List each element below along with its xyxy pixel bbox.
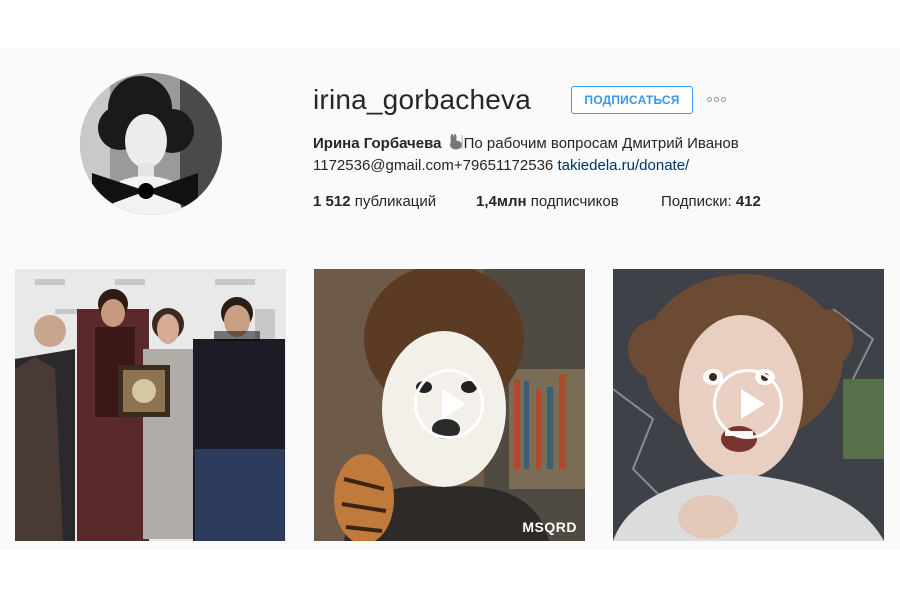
bio-text: По рабочим вопросам Дмитрий Иванов (463, 135, 739, 152)
avatar-image (80, 73, 222, 215)
followers-count-value: 1,4млн (476, 193, 527, 210)
followers-count[interactable]: 1,4млн подписчиков (476, 192, 619, 212)
post-thumbnail[interactable] (15, 269, 286, 541)
avatar[interactable] (80, 73, 222, 215)
bio-name: Ирина Горбачева (313, 135, 442, 152)
post-thumbnail[interactable] (613, 269, 884, 541)
bio-contact-line: 1172536@gmail.com+79651172536 takiedela.… (313, 156, 689, 176)
follow-button[interactable]: ПОДПИСАТЬСЯ (571, 86, 693, 114)
post-image (15, 269, 286, 541)
bio-contact: 1172536@gmail.com+79651172536 (313, 157, 554, 174)
ellipsis-icon (714, 97, 719, 102)
play-icon (713, 369, 783, 439)
following-count-label: Подписки: (661, 193, 732, 210)
bio-link[interactable]: takiedela.ru/donate/ (557, 157, 689, 174)
following-count[interactable]: Подписки: 412 (661, 192, 761, 212)
profile-username: irina_gorbacheva (313, 84, 532, 115)
posts-count-value: 1 512 (313, 193, 351, 210)
ellipsis-icon (721, 97, 726, 102)
followers-count-label: подписчиков (530, 193, 619, 210)
ellipsis-icon (707, 97, 712, 102)
msqrd-badge: MSQRD (522, 519, 577, 535)
posts-count: 1 512 публикаций (313, 192, 436, 212)
rabbit-icon (446, 134, 464, 150)
bio-line: Ирина Горбачева По рабочим вопросам Дмит… (313, 134, 739, 154)
posts-count-label: публикаций (354, 193, 437, 210)
more-options-button[interactable] (707, 92, 733, 106)
following-count-value: 412 (735, 193, 761, 210)
play-icon (414, 369, 484, 439)
post-thumbnail[interactable]: MSQRD (314, 269, 585, 541)
